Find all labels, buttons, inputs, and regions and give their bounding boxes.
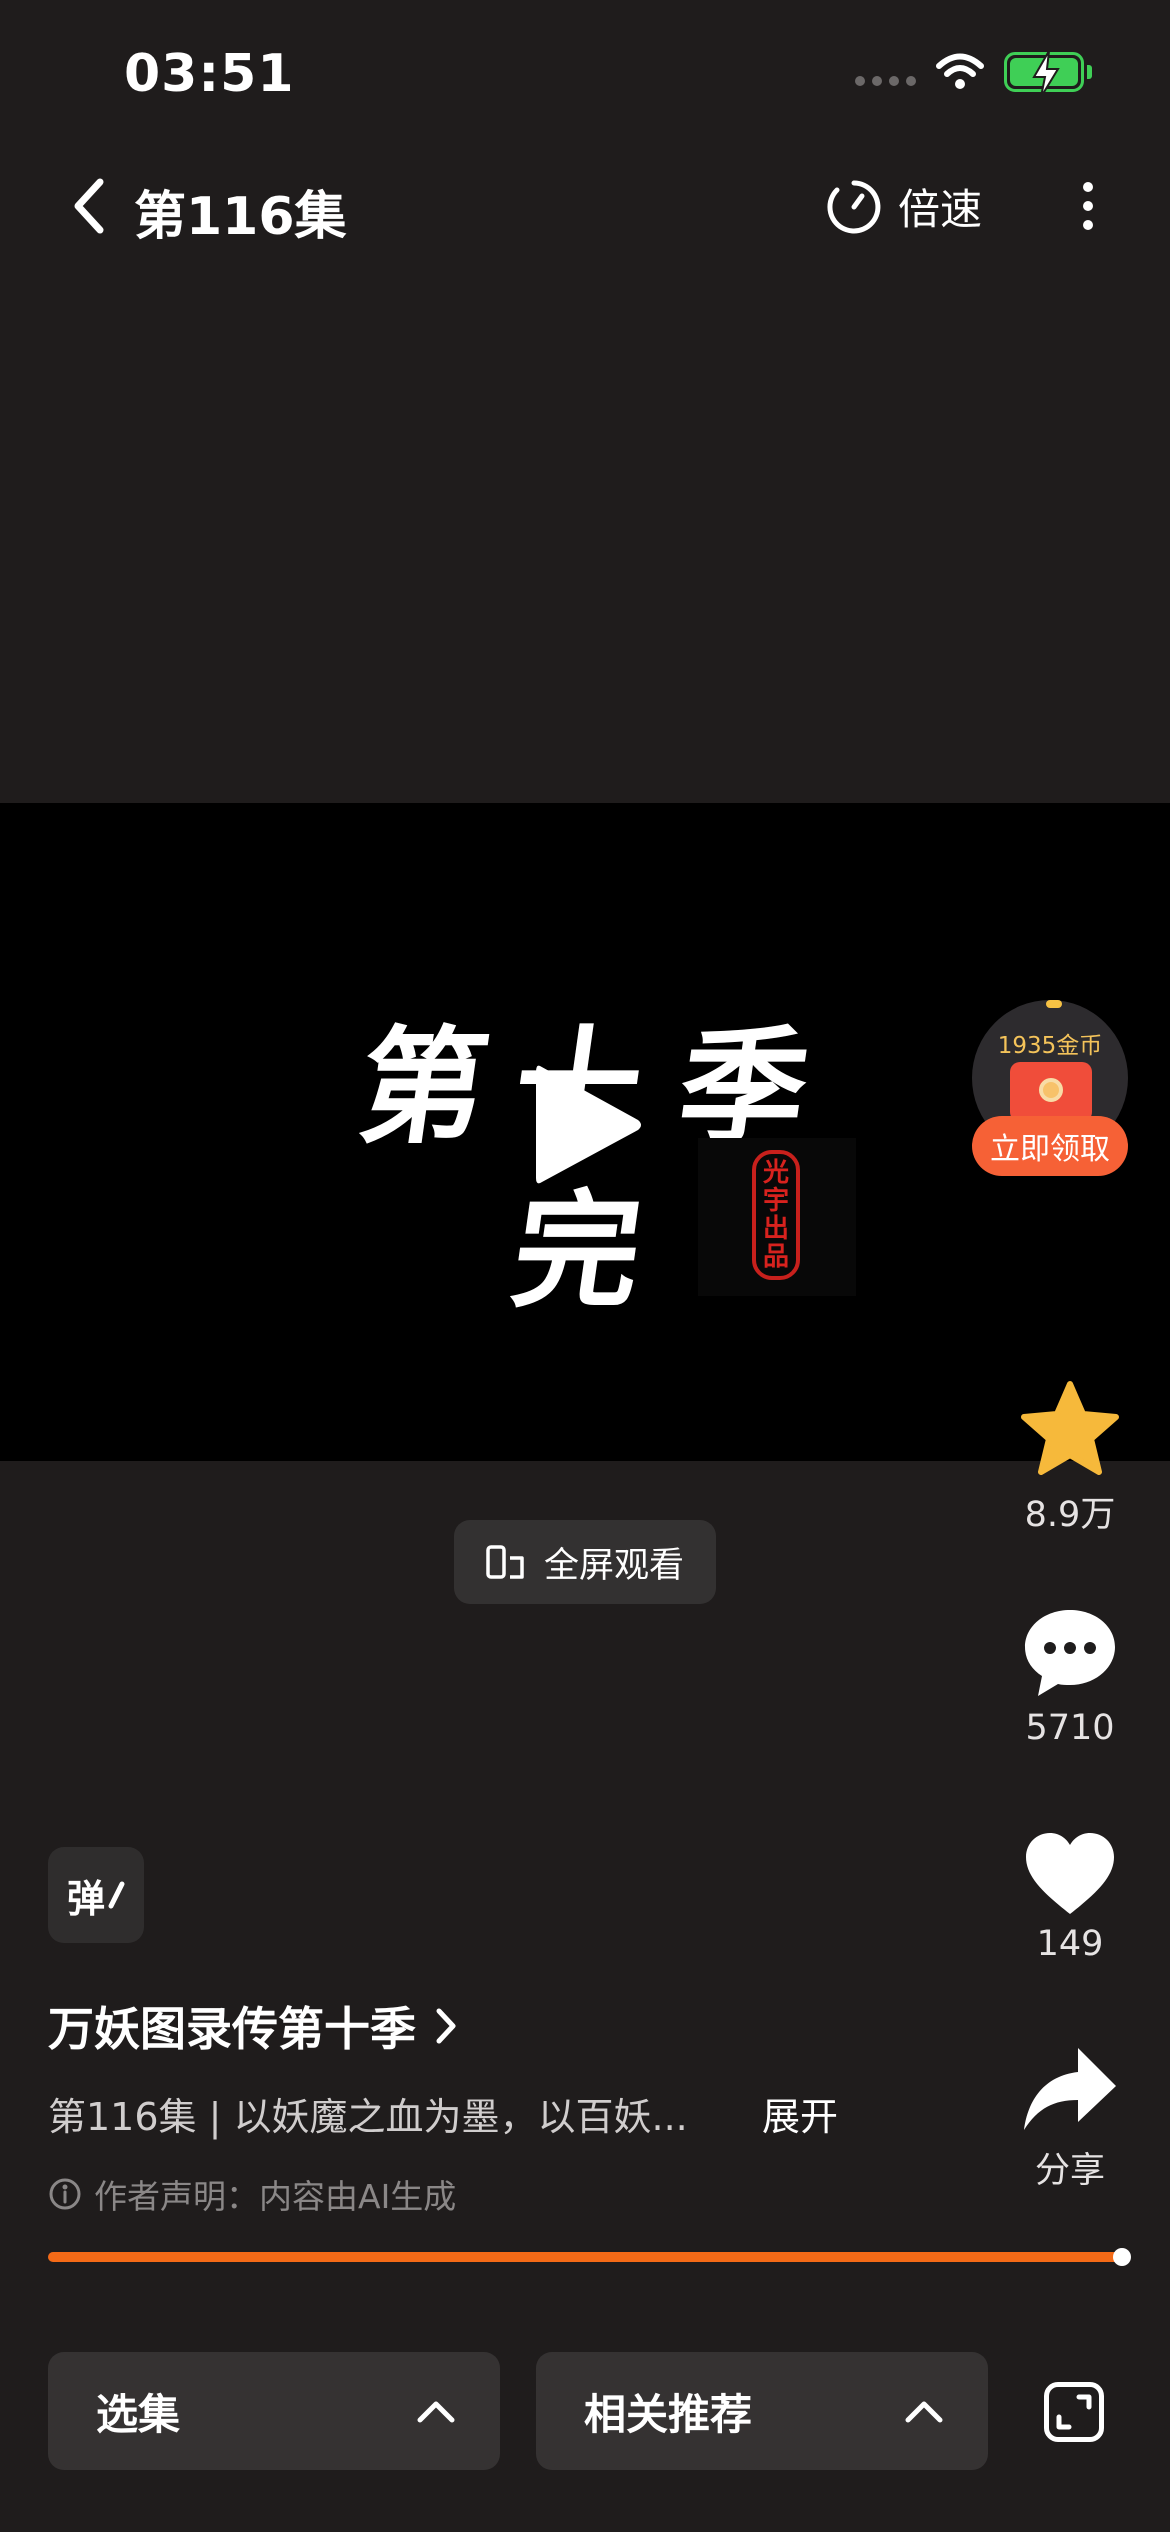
chevron-up-icon xyxy=(417,2401,455,2423)
chevron-up-icon xyxy=(905,2401,943,2423)
progress-thumb[interactable] xyxy=(1113,2248,1131,2266)
favorite-count: 8.9万 xyxy=(1024,1495,1116,1535)
status-time: 03:51 xyxy=(124,44,295,104)
danmaku-toggle-button[interactable]: 弹 xyxy=(48,1847,144,1943)
back-button[interactable] xyxy=(68,170,128,242)
star-icon xyxy=(1021,1381,1119,1475)
player-page: 03:51 第116集 倍速 第 季 完 光 宇 出 品 1935金币 立即领取… xyxy=(0,0,1170,2532)
drama-title: 万妖图录传第十季 xyxy=(48,2002,416,2056)
seal-char: 品 xyxy=(762,1242,789,1272)
playback-speed-label: 倍速 xyxy=(898,185,983,234)
comment-icon xyxy=(1025,1610,1115,1696)
coin-amount: 1935金币 xyxy=(997,1033,1103,1059)
seal-char: 宇 xyxy=(762,1186,789,1216)
battery-icon xyxy=(1004,51,1092,97)
play-icon[interactable] xyxy=(530,1060,650,1190)
related-recommendations-button[interactable]: 相关推荐 xyxy=(536,2352,988,2470)
chevron-left-icon xyxy=(74,178,104,234)
cellular-signal-icon xyxy=(855,76,916,86)
progress-bar[interactable] xyxy=(48,2252,1124,2262)
comment-count: 5710 xyxy=(1025,1708,1115,1748)
like-count: 149 xyxy=(1036,1924,1104,1964)
playback-speed-button[interactable]: 倍速 xyxy=(826,176,982,237)
related-label: 相关推荐 xyxy=(584,2389,753,2439)
expand-icon xyxy=(1056,2394,1092,2430)
video-title-char: 第 xyxy=(350,1013,497,1161)
more-dot xyxy=(1083,201,1093,211)
wifi-icon xyxy=(936,53,984,89)
slash-icon xyxy=(108,1881,125,1909)
picture-in-picture-button[interactable] xyxy=(1044,2382,1104,2442)
ai-disclaimer: 作者声明：内容由AI生成 xyxy=(48,2170,456,2218)
status-icons xyxy=(855,51,1092,97)
claim-now-button[interactable]: 立即领取 xyxy=(972,1116,1128,1176)
more-dot xyxy=(1083,182,1093,192)
select-episode-label: 选集 xyxy=(96,2389,181,2439)
coin-reward-widget[interactable]: 1935金币 立即领取 xyxy=(972,1000,1128,1176)
disclaimer-text: 作者声明：内容由AI生成 xyxy=(94,2177,457,2216)
episode-description: 第116集 | 以妖魔之血为墨，以百妖... xyxy=(48,2095,688,2139)
seal-char: 光 xyxy=(762,1158,789,1188)
like-button[interactable]: 149 xyxy=(1000,1830,1140,1964)
producer-seal: 光 宇 出 品 xyxy=(752,1150,800,1280)
page-title: 第116集 xyxy=(134,187,347,247)
chevron-right-icon xyxy=(436,2008,456,2044)
share-icon xyxy=(1024,2048,1116,2130)
more-dot xyxy=(1083,220,1093,230)
danmaku-label: 弹 xyxy=(66,1876,105,1921)
share-label: 分享 xyxy=(1034,2151,1105,2191)
seal-char: 出 xyxy=(762,1214,789,1244)
more-options-button[interactable] xyxy=(1070,176,1106,236)
fullscreen-label: 全屏观看 xyxy=(543,1545,684,1586)
select-episode-button[interactable]: 选集 xyxy=(48,2352,500,2470)
progress-fill xyxy=(48,2252,1119,2262)
fullscreen-button[interactable]: 全屏观看 xyxy=(454,1520,716,1604)
drama-title-link[interactable]: 万妖图录传第十季 xyxy=(48,1993,458,2059)
comment-button[interactable]: 5710 xyxy=(1000,1606,1140,1748)
info-icon xyxy=(49,2178,81,2210)
heart-icon xyxy=(1026,1833,1114,1914)
red-envelope-icon xyxy=(1010,1062,1092,1122)
expand-description-button[interactable]: 展开 xyxy=(762,2086,838,2141)
share-button[interactable]: 分享 xyxy=(1000,2044,1140,2193)
timer-icon xyxy=(827,180,881,233)
coin-indicator xyxy=(1046,1000,1062,1008)
rotate-screen-icon xyxy=(486,1545,524,1579)
favorite-button[interactable]: 8.9万 xyxy=(1000,1380,1140,1537)
